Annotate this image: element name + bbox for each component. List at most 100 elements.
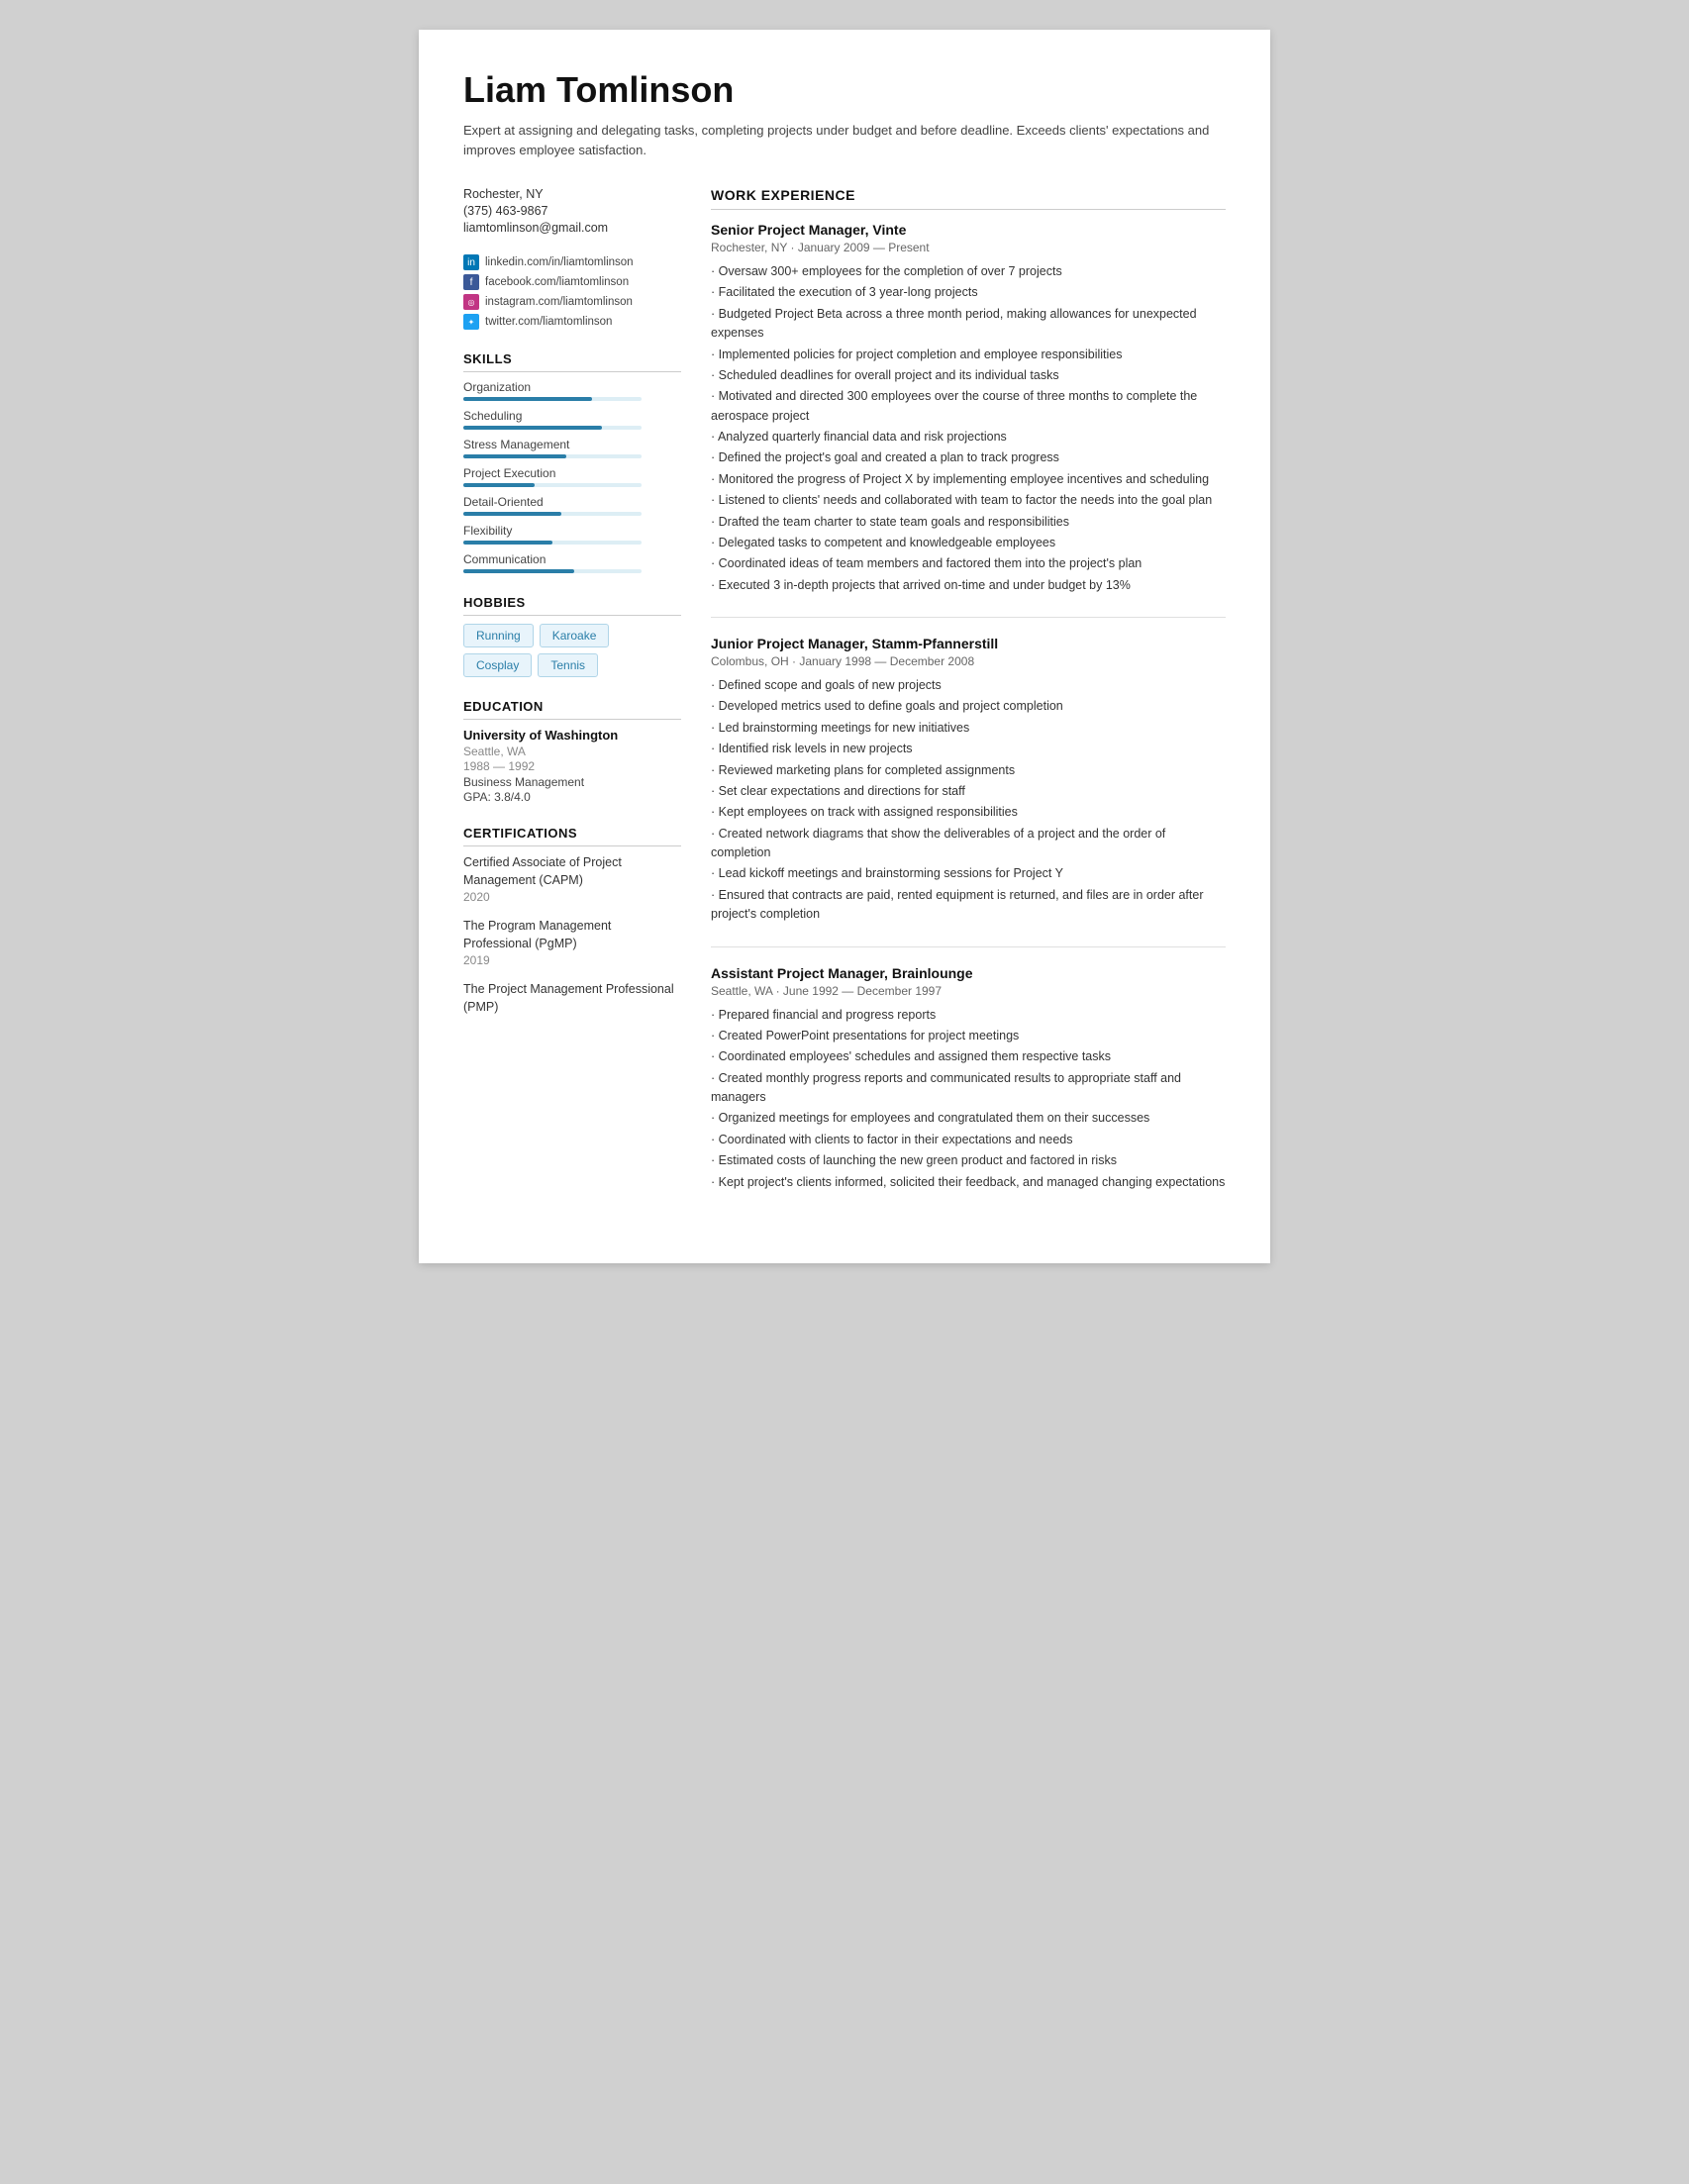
- cert-year: 2020: [463, 890, 681, 904]
- job-bullet: · Lead kickoff meetings and brainstormin…: [711, 864, 1226, 883]
- job-title: Junior Project Manager, Stamm-Pfannersti…: [711, 636, 1226, 651]
- cert-name: The Project Management Professional (PMP…: [463, 981, 681, 1016]
- job-bullet: · Ensured that contracts are paid, rente…: [711, 886, 1226, 925]
- certifications-section: CERTIFICATIONS Certified Associate of Pr…: [463, 826, 681, 1016]
- resume-container: Liam Tomlinson Expert at assigning and d…: [419, 30, 1270, 1263]
- skill-item: Communication: [463, 552, 681, 573]
- skill-item: Project Execution: [463, 466, 681, 487]
- candidate-name: Liam Tomlinson: [463, 69, 1226, 111]
- job-bullet: · Defined scope and goals of new project…: [711, 676, 1226, 695]
- job-block: Junior Project Manager, Stamm-Pfannersti…: [711, 617, 1226, 925]
- social-facebook: f facebook.com/liamtomlinson: [463, 274, 681, 290]
- job-bullet: · Coordinated employees' schedules and a…: [711, 1047, 1226, 1066]
- right-column: WORK EXPERIENCE Senior Project Manager, …: [711, 187, 1226, 1214]
- education-section: EDUCATION University of Washington Seatt…: [463, 699, 681, 804]
- cert-year: 2019: [463, 953, 681, 967]
- job-bullet: · Organized meetings for employees and c…: [711, 1109, 1226, 1128]
- facebook-url: facebook.com/liamtomlinson: [485, 276, 629, 288]
- cert-item: Certified Associate of Project Managemen…: [463, 854, 681, 904]
- edu-school: University of Washington: [463, 728, 681, 743]
- social-instagram: ◎ instagram.com/liamtomlinson: [463, 294, 681, 310]
- skill-bar-fill: [463, 512, 561, 516]
- instagram-icon: ◎: [463, 294, 479, 310]
- skill-bar-bg: [463, 512, 642, 516]
- job-bullet: · Budgeted Project Beta across a three m…: [711, 305, 1226, 344]
- job-bullet: · Defined the project's goal and created…: [711, 448, 1226, 467]
- job-bullet: · Monitored the progress of Project X by…: [711, 470, 1226, 489]
- skill-name: Organization: [463, 380, 681, 394]
- instagram-url: instagram.com/liamtomlinson: [485, 296, 633, 308]
- job-bullet: · Kept project's clients informed, solic…: [711, 1173, 1226, 1192]
- skill-bar-fill: [463, 483, 535, 487]
- job-bullet: · Listened to clients' needs and collabo…: [711, 491, 1226, 510]
- cert-item: The Project Management Professional (PMP…: [463, 981, 681, 1016]
- social-block: in linkedin.com/in/liamtomlinson f faceb…: [463, 254, 681, 330]
- job-block: Senior Project Manager, Vinte Rochester,…: [711, 222, 1226, 595]
- skill-bar-bg: [463, 541, 642, 545]
- contact-block: Rochester, NY (375) 463-9867 liamtomlins…: [463, 187, 681, 235]
- contact-email: liamtomlinson@gmail.com: [463, 221, 681, 235]
- contact-phone: (375) 463-9867: [463, 204, 681, 218]
- cert-name: Certified Associate of Project Managemen…: [463, 854, 681, 889]
- hobby-tag: Cosplay: [463, 653, 532, 677]
- job-bullet: · Set clear expectations and directions …: [711, 782, 1226, 801]
- skills-section: SKILLS Organization Scheduling Stress Ma…: [463, 351, 681, 573]
- education-item: University of Washington Seattle, WA 198…: [463, 728, 681, 804]
- job-bullet: · Led brainstorming meetings for new ini…: [711, 719, 1226, 738]
- skill-name: Communication: [463, 552, 681, 566]
- job-bullet: · Identified risk levels in new projects: [711, 740, 1226, 758]
- job-meta: Colombus, OH · January 1998 — December 2…: [711, 654, 1226, 668]
- job-bullet: · Reviewed marketing plans for completed…: [711, 761, 1226, 780]
- skill-item: Stress Management: [463, 438, 681, 458]
- skill-bar-bg: [463, 569, 642, 573]
- job-bullet: · Kept employees on track with assigned …: [711, 803, 1226, 822]
- job-title: Assistant Project Manager, Brainlounge: [711, 965, 1226, 981]
- job-bullet: · Developed metrics used to define goals…: [711, 697, 1226, 716]
- job-meta: Seattle, WA · June 1992 — December 1997: [711, 984, 1226, 998]
- skill-bar-bg: [463, 426, 642, 430]
- left-column: Rochester, NY (375) 463-9867 liamtomlins…: [463, 187, 681, 1214]
- skill-item: Organization: [463, 380, 681, 401]
- job-bullet: · Motivated and directed 300 employees o…: [711, 387, 1226, 426]
- skill-item: Flexibility: [463, 524, 681, 545]
- job-bullet: · Drafted the team charter to state team…: [711, 513, 1226, 532]
- twitter-icon: ✦: [463, 314, 479, 330]
- hobbies-section: HOBBIES RunningKaroakeCosplayTennis: [463, 595, 681, 677]
- education-title: EDUCATION: [463, 699, 681, 720]
- job-bullet: · Facilitated the execution of 3 year-lo…: [711, 283, 1226, 302]
- skill-name: Detail-Oriented: [463, 495, 681, 509]
- edu-field: Business Management: [463, 775, 681, 789]
- skill-name: Scheduling: [463, 409, 681, 423]
- cert-name: The Program Management Professional (PgM…: [463, 918, 681, 952]
- hobbies-title: HOBBIES: [463, 595, 681, 616]
- linkedin-icon: in: [463, 254, 479, 270]
- job-bullet: · Coordinated with clients to factor in …: [711, 1131, 1226, 1149]
- social-twitter: ✦ twitter.com/liamtomlinson: [463, 314, 681, 330]
- skill-bar-bg: [463, 454, 642, 458]
- skill-bar-bg: [463, 397, 642, 401]
- skill-item: Detail-Oriented: [463, 495, 681, 516]
- cert-item: The Program Management Professional (PgM…: [463, 918, 681, 967]
- twitter-url: twitter.com/liamtomlinson: [485, 316, 612, 328]
- work-experience-title: WORK EXPERIENCE: [711, 187, 1226, 210]
- job-bullet: · Analyzed quarterly financial data and …: [711, 428, 1226, 447]
- skill-bar-fill: [463, 426, 602, 430]
- skill-bar-fill: [463, 569, 574, 573]
- job-bullet: · Executed 3 in-depth projects that arri…: [711, 576, 1226, 595]
- job-bullet: · Created monthly progress reports and c…: [711, 1069, 1226, 1108]
- job-bullet: · Estimated costs of launching the new g…: [711, 1151, 1226, 1170]
- job-bullet: · Delegated tasks to competent and knowl…: [711, 534, 1226, 552]
- job-bullet: · Implemented policies for project compl…: [711, 346, 1226, 364]
- job-bullet: · Created PowerPoint presentations for p…: [711, 1027, 1226, 1045]
- job-bullet: · Oversaw 300+ employees for the complet…: [711, 262, 1226, 281]
- social-linkedin: in linkedin.com/in/liamtomlinson: [463, 254, 681, 270]
- skills-title: SKILLS: [463, 351, 681, 372]
- skill-bar-fill: [463, 397, 592, 401]
- skill-bar-fill: [463, 454, 566, 458]
- skill-item: Scheduling: [463, 409, 681, 430]
- facebook-icon: f: [463, 274, 479, 290]
- hobby-tag: Karoake: [540, 624, 610, 647]
- skill-name: Flexibility: [463, 524, 681, 538]
- edu-location: Seattle, WA: [463, 745, 681, 758]
- job-block: Assistant Project Manager, Brainlounge S…: [711, 946, 1226, 1192]
